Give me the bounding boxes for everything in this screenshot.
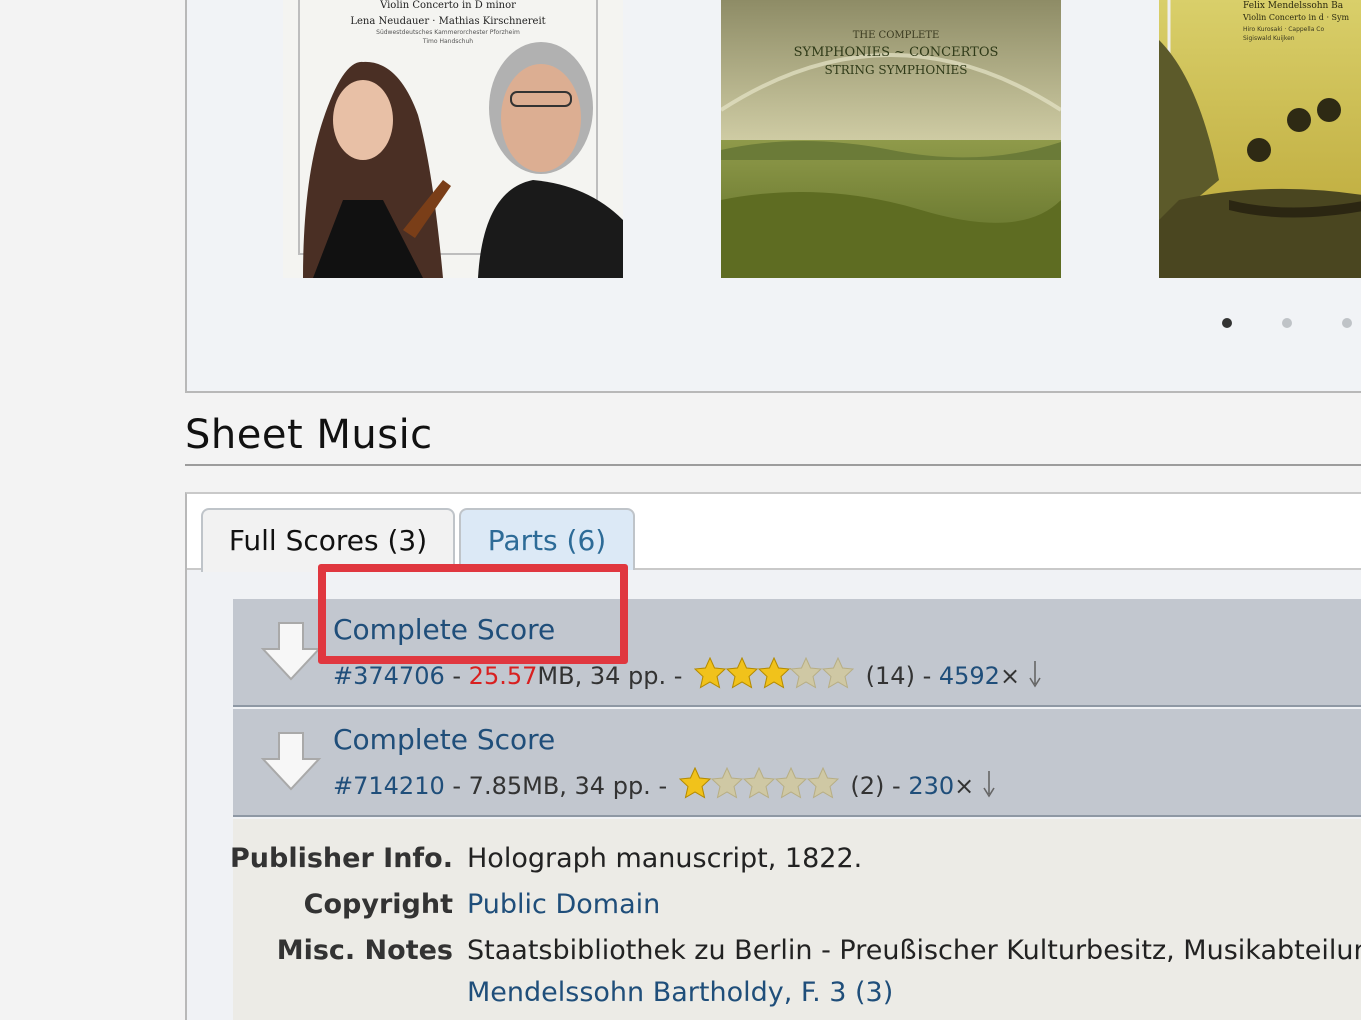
file-info-block: Publisher Info. Holograph manuscript, 18… <box>230 819 1361 1020</box>
album-cover-3[interactable]: Felix Mendelssohn Ba Violin Concerto in … <box>1159 0 1361 278</box>
tab-parts[interactable]: Parts (6) <box>459 508 635 570</box>
separator: - <box>892 772 909 800</box>
times-sign: × <box>999 662 1021 690</box>
copyright-label: Copyright <box>303 889 453 920</box>
album3-line-4: Sigiswald Kuijken <box>1243 35 1295 42</box>
misc-notes-link[interactable]: Mendelssohn Bartholdy, F. 3 (3) <box>467 977 893 1008</box>
section-title: Sheet Music <box>185 412 433 458</box>
file-size-unit: MB <box>537 662 575 690</box>
tab-full-scores[interactable]: Full Scores (3) <box>201 508 455 572</box>
download-arrow-icon[interactable] <box>259 729 323 797</box>
file-id-link[interactable]: #714210 <box>333 772 445 800</box>
album-carousel: Violin Concerto in D minor Lena Neudauer… <box>185 0 1361 393</box>
album2-line-1: THE COMPLETE <box>853 30 940 41</box>
file-title-link[interactable]: Complete Score <box>333 723 555 756</box>
rating-votes: (14) <box>865 662 915 690</box>
copyright-link[interactable]: Public Domain <box>467 889 660 920</box>
misc-notes-value: Staatsbibliothek zu Berlin - Preußischer… <box>467 935 1361 966</box>
file-size: 7.85MB <box>468 772 560 800</box>
carousel-dot-1[interactable] <box>1222 318 1232 328</box>
separator: - <box>452 662 469 690</box>
section-divider <box>185 464 1361 466</box>
rating-stars[interactable] <box>679 767 839 807</box>
file-id-link[interactable]: #374706 <box>333 662 445 690</box>
separator: - <box>452 772 469 800</box>
separator: - <box>922 662 939 690</box>
rating-stars[interactable] <box>694 657 854 697</box>
separator: - <box>658 772 675 800</box>
album1-line-1: Violin Concerto in D minor <box>379 0 516 11</box>
file-row: Complete Score #714210 - 7.85MB, 34 pp. … <box>233 709 1361 817</box>
carousel-dot-2[interactable] <box>1282 318 1292 328</box>
album1-line-4: Timo Handschuh <box>422 38 473 45</box>
download-small-icon[interactable] <box>1028 660 1042 694</box>
rating-votes: (2) <box>850 772 885 800</box>
publisher-info-label: Publisher Info. <box>230 843 453 874</box>
highlight-box <box>318 564 628 664</box>
times-sign: × <box>954 772 975 800</box>
publisher-info-value: Holograph manuscript, 1822. <box>467 843 863 874</box>
download-small-icon[interactable] <box>982 770 996 804</box>
download-count[interactable]: 4592 <box>939 662 1000 690</box>
album3-line-1: Felix Mendelssohn Ba <box>1243 1 1344 11</box>
album2-line-3: STRING SYMPHONIES <box>825 63 968 77</box>
download-count[interactable]: 230 <box>908 772 954 800</box>
download-arrow-icon[interactable] <box>259 619 323 687</box>
album-cover-1[interactable]: Violin Concerto in D minor Lena Neudauer… <box>283 0 623 278</box>
carousel-dots <box>187 318 1361 328</box>
separator: - <box>673 662 691 690</box>
misc-notes-label: Misc. Notes <box>276 935 453 966</box>
album-cover-2[interactable]: THE COMPLETE SYMPHONIES ~ CONCERTOS STRI… <box>721 0 1061 278</box>
album2-line-2: SYMPHONIES ~ CONCERTOS <box>794 45 999 60</box>
tab-bar: Full Scores (3) Parts (6) <box>187 494 1361 572</box>
album1-line-3: Südwestdeutsches Kammerorchester Pforzhe… <box>376 29 520 36</box>
file-pages: , 34 pp. <box>559 772 651 800</box>
album3-line-3: Hiro Kurosaki · Cappella Co <box>1243 26 1324 33</box>
file-size: 25.57 <box>468 662 538 690</box>
album3-line-2: Violin Concerto in d · Sym <box>1242 13 1350 22</box>
carousel-dot-3[interactable] <box>1342 318 1352 328</box>
file-meta: #714210 - 7.85MB, 34 pp. - (2) - 230× <box>333 767 996 807</box>
file-pages: , 34 pp. <box>574 662 667 690</box>
album1-line-2: Lena Neudauer · Mathias Kirschnereit <box>350 16 545 27</box>
